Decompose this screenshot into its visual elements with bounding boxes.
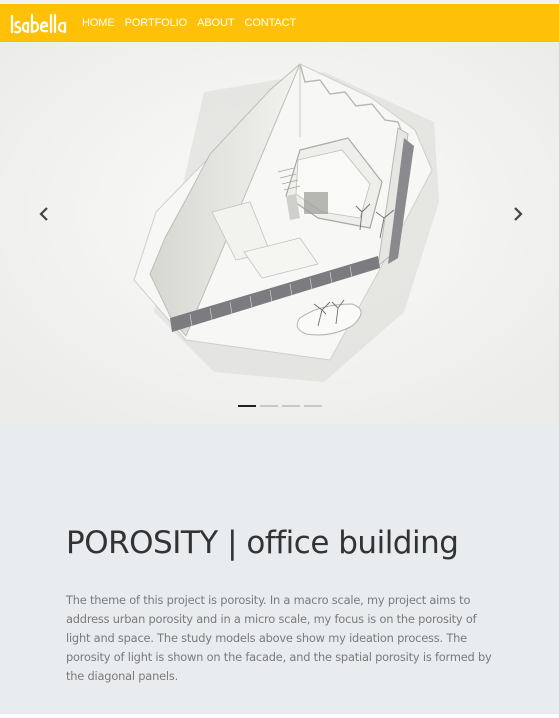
nav-about[interactable]: ABOUT [197,4,235,42]
brand-logo[interactable] [10,10,68,36]
carousel-next-button[interactable] [503,199,533,229]
chevron-left-icon [39,207,48,221]
carousel-prev-button[interactable] [29,199,59,229]
isabella-logo-icon [10,13,67,34]
project-description: The theme of this project is porosity. I… [66,593,492,683]
nav-portfolio[interactable]: PORTFOLIO [125,4,188,42]
main-nav: HOME PORTFOLIO ABOUT CONTACT [82,4,306,42]
carousel-indicators [238,405,322,407]
image-carousel [0,42,559,424]
project-section: POROSITY | office building The theme of … [0,424,559,718]
carousel-indicator-1[interactable] [238,405,256,407]
nav-home[interactable]: HOME [82,4,115,42]
carousel-indicator-2[interactable] [260,405,278,407]
nav-contact[interactable]: CONTACT [244,4,296,42]
architectural-model-image [0,42,559,424]
project-title: POROSITY | office building [66,525,459,561]
navbar: HOME PORTFOLIO ABOUT CONTACT [0,4,559,42]
carousel-indicator-4[interactable] [304,405,322,407]
chevron-right-icon [514,207,523,221]
carousel-indicator-3[interactable] [282,405,300,407]
bottom-border [0,714,559,718]
